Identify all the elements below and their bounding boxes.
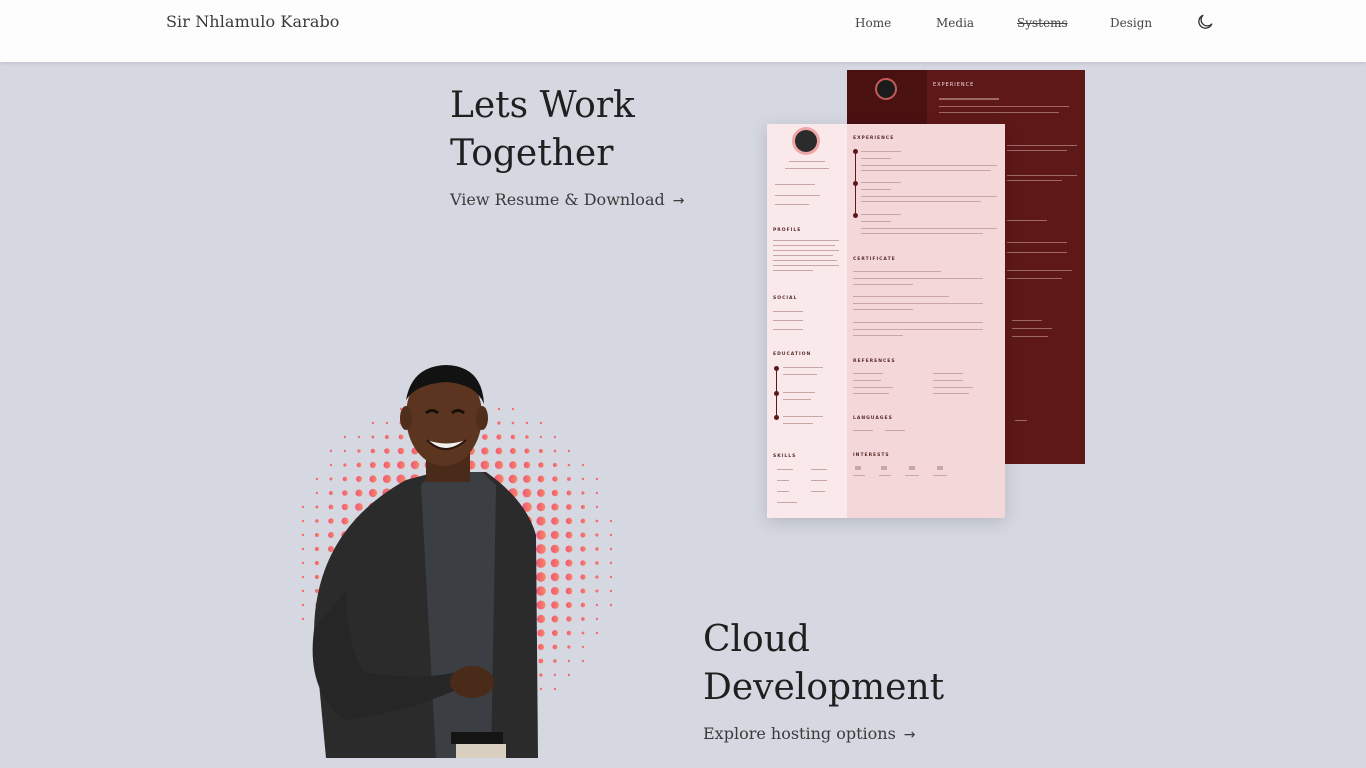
arrow-right-icon: → bbox=[903, 727, 916, 743]
nav-link-systems[interactable]: Systems bbox=[1017, 16, 1068, 30]
view-resume-link[interactable]: View Resume & Download → bbox=[450, 190, 684, 209]
resume-heading: CERTIFICATE bbox=[853, 257, 896, 262]
navbar: Sir Nhlamulo Karabo Home Media Systems D… bbox=[0, 0, 1366, 62]
resume-preview-light[interactable]: PROFILE SOCIAL EDUCATION SKILLS EXPERIEN… bbox=[767, 124, 1005, 518]
avatar bbox=[875, 78, 897, 100]
arrow-right-icon: → bbox=[672, 193, 685, 209]
link-label: Explore hosting options bbox=[703, 724, 896, 743]
resume-heading: EDUCATION bbox=[773, 352, 812, 357]
title-line: Cloud bbox=[703, 619, 810, 660]
title-line: Development bbox=[703, 667, 945, 708]
title-line: Together bbox=[450, 133, 614, 174]
brand-name[interactable]: Sir Nhlamulo Karabo bbox=[166, 12, 340, 31]
resume-heading: LANGUAGES bbox=[853, 416, 893, 421]
resume-heading: EXPERIENCE bbox=[853, 136, 895, 141]
resume-heading: SKILLS bbox=[773, 454, 797, 459]
section-title-cloud: Cloud Development bbox=[703, 616, 944, 712]
resume-heading: EXPERIENCE bbox=[933, 82, 975, 88]
resume-heading: REFERENCES bbox=[853, 359, 896, 364]
resume-heading: INTERESTS bbox=[853, 453, 890, 458]
resume-heading: SOCIAL bbox=[773, 296, 798, 301]
title-line: Lets Work bbox=[450, 85, 635, 126]
explore-hosting-link[interactable]: Explore hosting options → bbox=[703, 724, 916, 743]
avatar bbox=[795, 130, 817, 152]
nav-link-design[interactable]: Design bbox=[1110, 16, 1152, 30]
section-title-work: Lets Work Together bbox=[450, 82, 635, 178]
nav-link-media[interactable]: Media bbox=[936, 16, 974, 30]
profile-photo bbox=[286, 360, 626, 758]
moon-icon[interactable] bbox=[1195, 12, 1215, 32]
resume-heading: PROFILE bbox=[773, 228, 802, 233]
nav-link-home[interactable]: Home bbox=[855, 16, 891, 30]
person-belt bbox=[451, 732, 503, 744]
person-hand bbox=[450, 666, 494, 698]
link-label: View Resume & Download bbox=[450, 190, 665, 209]
